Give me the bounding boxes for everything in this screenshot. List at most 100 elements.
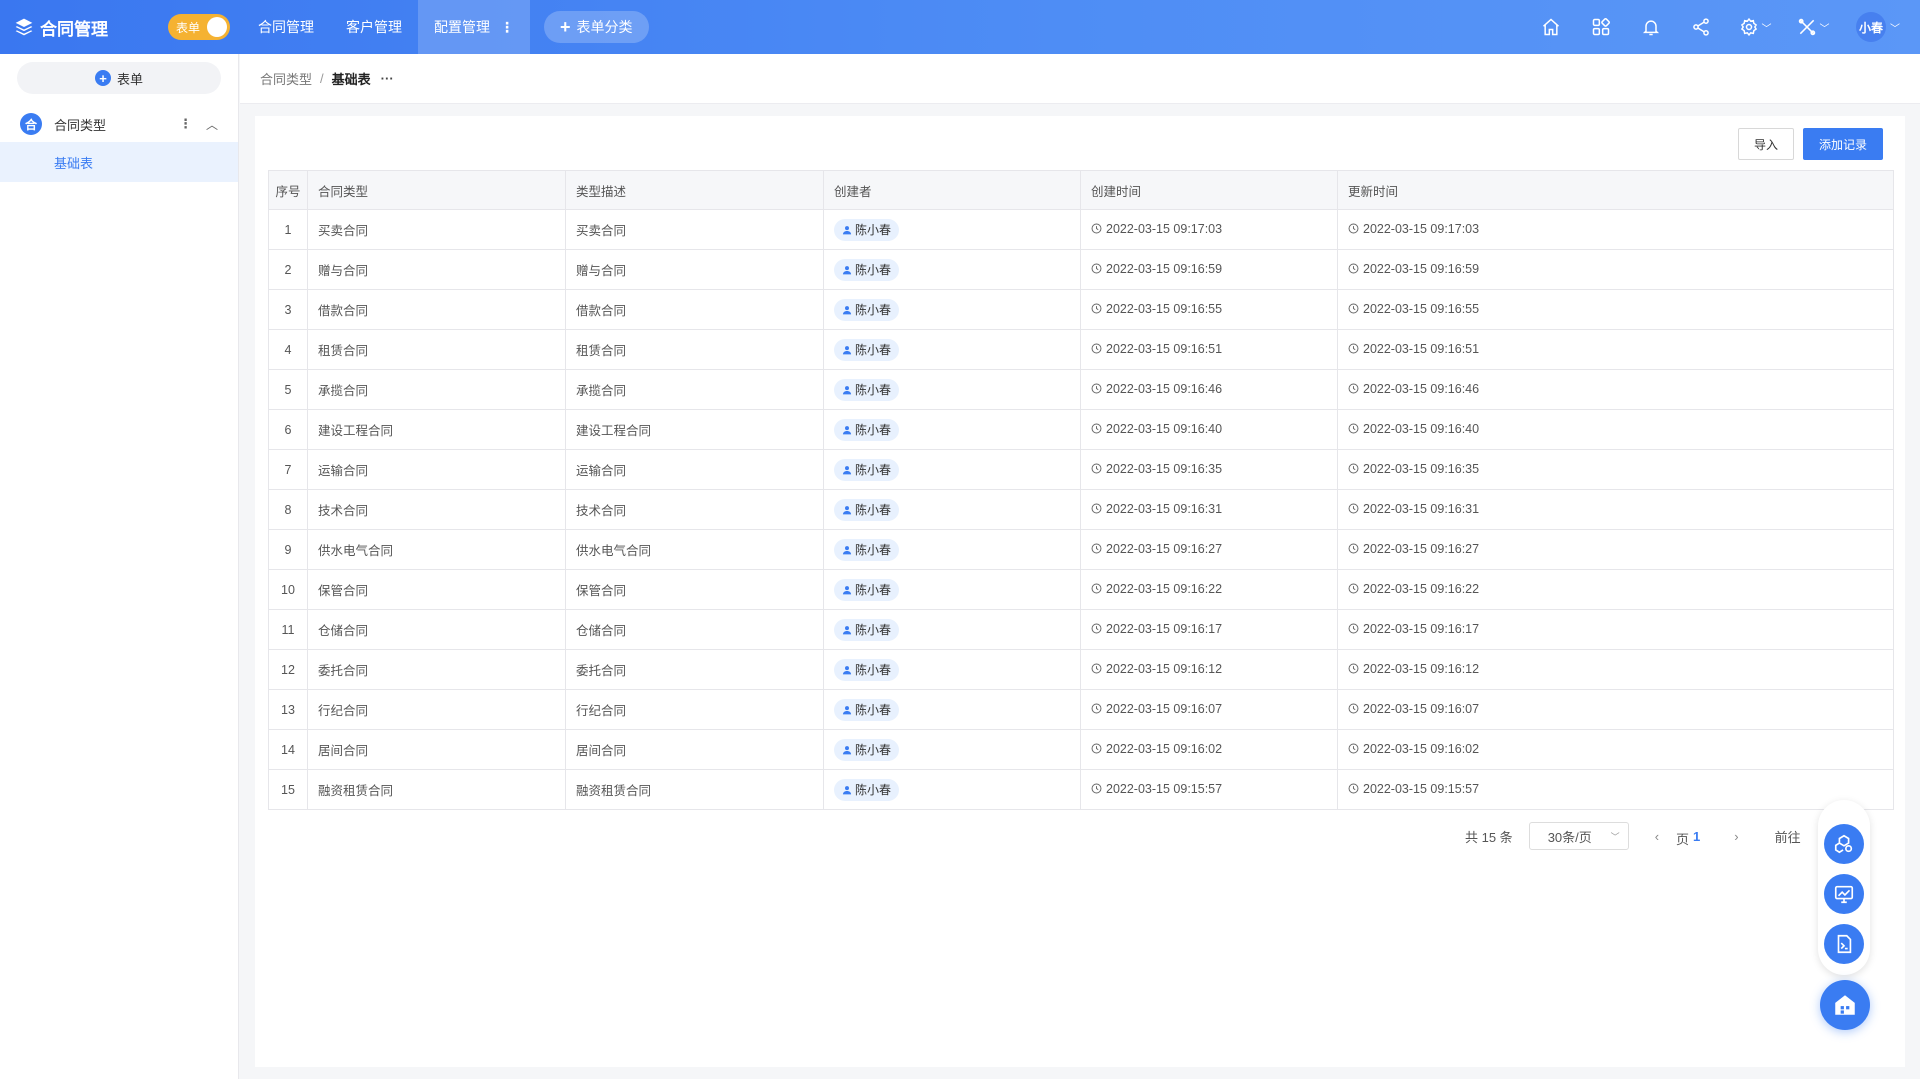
column-header[interactable]: 合同类型	[307, 170, 566, 210]
table-row[interactable]: 4 租赁合同 租赁合同 陈小春 2022-03-15 09:16:51 2022-03-1…	[268, 329, 1894, 370]
bell-icon	[1642, 20, 1660, 36]
settings-dropdown[interactable]: ﹀	[1726, 0, 1784, 54]
creator-name: 陈小春	[855, 583, 892, 597]
cell-created-time: 2022-03-15 09:16:59	[1080, 249, 1338, 290]
float-button-cubes[interactable]	[1824, 824, 1864, 864]
cell-contract-type: 供水电气合同	[307, 529, 566, 570]
cell-updated-time: 2022-03-15 09:15:57	[1337, 769, 1894, 810]
column-header[interactable]: 更新时间	[1337, 170, 1894, 210]
creator-name: 陈小春	[855, 303, 892, 317]
table-row[interactable]: 15 融资租赁合同 融资租赁合同 陈小春 2022-03-15 09:15:57 2022…	[268, 769, 1894, 810]
clock-icon	[1348, 583, 1359, 594]
cell-created-time: 2022-03-15 09:16:27	[1080, 529, 1338, 570]
cell-creator: 陈小春	[823, 569, 1081, 610]
tools-dropdown[interactable]: ﹀	[1784, 0, 1842, 54]
float-button-monitor[interactable]	[1824, 874, 1864, 914]
time-value: 2022-03-15 09:16:17	[1091, 622, 1222, 636]
page-size-select[interactable]: 30条/页 ﹀	[1528, 822, 1629, 850]
creator-name: 陈小春	[855, 383, 892, 397]
table-row[interactable]: 6 建设工程合同 建设工程合同 陈小春 2022-03-15 09:16:40 2022-…	[268, 409, 1894, 450]
cell-creator: 陈小春	[823, 289, 1081, 330]
chevron-down-icon[interactable]: ﹀	[1890, 20, 1900, 35]
table-row[interactable]: 5 承揽合同 承揽合同 陈小春 2022-03-15 09:16:46 2022-03-1…	[268, 369, 1894, 410]
nav-more-icon[interactable]: ⋮	[500, 19, 514, 36]
app-logo[interactable]: 合同管理	[0, 15, 158, 40]
home-button[interactable]	[1526, 0, 1576, 54]
notifications-button[interactable]	[1626, 0, 1676, 54]
cell-updated-time: 2022-03-15 09:16:17	[1337, 609, 1894, 650]
table-row[interactable]: 2 赠与合同 赠与合同 陈小春 2022-03-15 09:16:59 2022-03-1…	[268, 249, 1894, 290]
table-row[interactable]: 11 仓储合同 仓储合同 陈小春 2022-03-15 09:16:17 2022-03-…	[268, 609, 1894, 650]
import-button[interactable]: 导入	[1738, 128, 1794, 160]
add-form-category-button[interactable]: + 表单分类	[544, 11, 649, 43]
more-vertical-icon[interactable]: ⋮	[179, 116, 192, 132]
time-value: 2022-03-15 09:16:59	[1348, 262, 1479, 276]
cell-contract-type: 行纪合同	[307, 689, 566, 730]
share-button[interactable]	[1676, 0, 1726, 54]
cell-contract-type: 建设工程合同	[307, 409, 566, 450]
column-header[interactable]: 类型描述	[565, 170, 824, 210]
cell-description: 承揽合同	[565, 369, 824, 410]
float-button-home[interactable]	[1820, 980, 1870, 1030]
table-row[interactable]: 7 运输合同 运输合同 陈小春 2022-03-15 09:16:35 2022-03-1…	[268, 449, 1894, 490]
column-header[interactable]: 序号	[268, 170, 308, 210]
pagination: 共 15 条 30条/页 ﹀ ‹ 1 › 前往	[1465, 822, 1801, 850]
add-record-button[interactable]: 添加记录	[1803, 128, 1883, 160]
cell-description: 借款合同	[565, 289, 824, 330]
cell-creator: 陈小春	[823, 729, 1081, 770]
cell-description: 融资租赁合同	[565, 769, 824, 810]
updated-time-text: 2022-03-15 09:16:17	[1363, 621, 1480, 636]
main-nav: 合同管理 客户管理 配置管理 ⋮	[242, 0, 530, 54]
tree-group-contract-type[interactable]: 合 合同类型 ⋮ ︿	[0, 108, 238, 140]
cell-updated-time: 2022-03-15 09:16:27	[1337, 529, 1894, 570]
more-horizontal-icon[interactable]: ···	[381, 71, 394, 86]
new-form-button[interactable]: + 表单	[17, 62, 221, 94]
creator-name: 陈小春	[855, 503, 892, 517]
updated-time-text: 2022-03-15 09:16:31	[1363, 501, 1480, 516]
group-badge-icon: 合	[20, 113, 42, 135]
toggle-label: 表单	[176, 20, 201, 35]
table-row[interactable]: 3 借款合同 借款合同 陈小春 2022-03-15 09:16:55 2022-03-1…	[268, 289, 1894, 330]
tree-item-basic-table[interactable]: 基础表	[0, 142, 238, 182]
nav-customer-management[interactable]: 客户管理	[330, 0, 418, 54]
table-row[interactable]: 10 保管合同 保管合同 陈小春 2022-03-15 09:16:22 2022-03-…	[268, 569, 1894, 610]
table-row[interactable]: 9 供水电气合同 供水电气合同 陈小春 2022-03-15 09:16:27 2022-…	[268, 529, 1894, 570]
table-row[interactable]: 13 行纪合同 行纪合同 陈小春 2022-03-15 09:16:07 2022-03-…	[268, 689, 1894, 730]
user-icon	[842, 585, 852, 594]
chevron-up-icon[interactable]: ︿	[206, 116, 218, 133]
user-icon	[842, 785, 852, 794]
column-header[interactable]: 创建者	[823, 170, 1081, 210]
table-row[interactable]: 8 技术合同 技术合同 陈小春 2022-03-15 09:16:31 2022-03-1…	[268, 489, 1894, 530]
created-time-text: 2022-03-15 09:16:59	[1106, 261, 1223, 276]
form-mode-toggle[interactable]: 表单	[168, 14, 230, 40]
updated-time-text: 2022-03-15 09:15:57	[1363, 781, 1480, 796]
user-icon	[842, 545, 852, 554]
nav-config-management[interactable]: 配置管理 ⋮	[418, 0, 530, 54]
cell-created-time: 2022-03-15 09:16:51	[1080, 329, 1338, 370]
updated-time-text: 2022-03-15 09:16:59	[1363, 261, 1480, 276]
cell-created-time: 2022-03-15 09:16:17	[1080, 609, 1338, 650]
apps-button[interactable]	[1576, 0, 1626, 54]
clock-icon	[1091, 583, 1102, 594]
user-avatar[interactable]: 小春	[1856, 12, 1886, 42]
next-page-icon[interactable]: ›	[1734, 829, 1738, 844]
cell-created-time: 2022-03-15 09:17:03	[1080, 209, 1338, 250]
clock-icon	[1348, 303, 1359, 314]
table-row[interactable]: 14 居间合同 居间合同 陈小春 2022-03-15 09:16:02 2022-03-…	[268, 729, 1894, 770]
prev-page-icon[interactable]: ‹	[1655, 829, 1659, 844]
table-header-row: 序号 合同类型 类型描述 创建者 创建时间 更新时间	[268, 170, 1894, 210]
clock-icon	[1348, 663, 1359, 674]
table-row[interactable]: 12 委托合同 委托合同 陈小春 2022-03-15 09:16:12 2022-03-…	[268, 649, 1894, 690]
column-header[interactable]: 创建时间	[1080, 170, 1338, 210]
cell-created-time: 2022-03-15 09:16:31	[1080, 489, 1338, 530]
user-icon	[842, 505, 852, 514]
cell-contract-type: 赠与合同	[307, 249, 566, 290]
nav-contract-management[interactable]: 合同管理	[242, 0, 330, 54]
breadcrumb-parent[interactable]: 合同类型	[260, 69, 312, 88]
float-button-terminal[interactable]	[1824, 924, 1864, 964]
page-size-value: 30条/页	[1547, 829, 1592, 845]
current-page[interactable]: 1	[1693, 829, 1700, 844]
user-icon	[842, 625, 852, 634]
table-row[interactable]: 1 买卖合同 买卖合同 陈小春 2022-03-15 09:17:03 2022-03-1…	[268, 209, 1894, 250]
goto-label: 前往	[1774, 829, 1801, 845]
